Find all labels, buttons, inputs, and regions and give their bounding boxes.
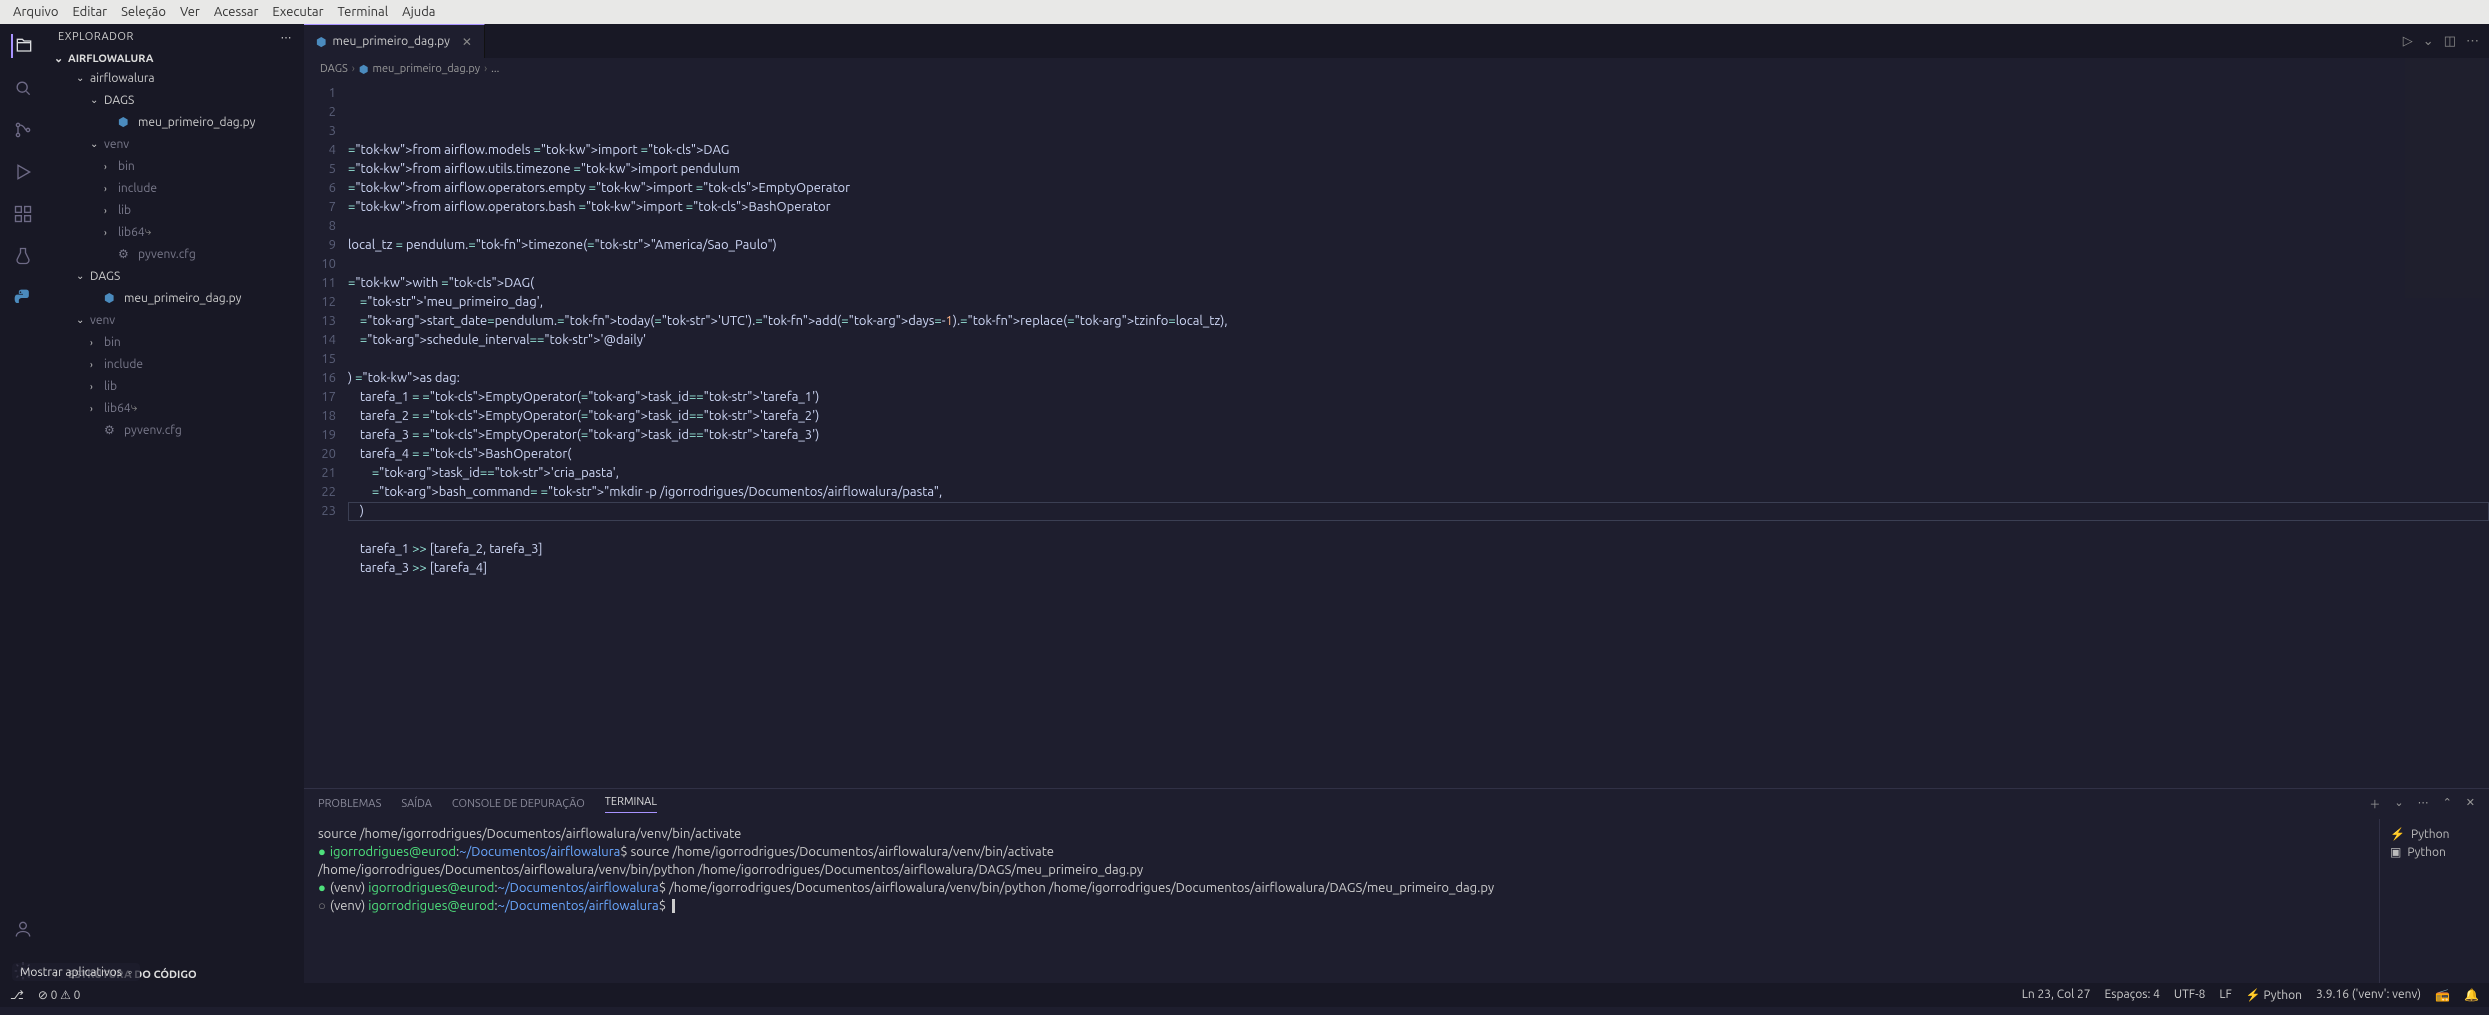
menu-executar[interactable]: Executar	[265, 5, 330, 19]
folder-item[interactable]: ›lib	[50, 375, 304, 397]
menu-terminal[interactable]: Terminal	[331, 5, 396, 19]
testing-icon[interactable]	[11, 244, 35, 268]
tab-meu-primeiro-dag[interactable]: ⬢ meu_primeiro_dag.py ✕	[304, 24, 485, 58]
run-debug-icon[interactable]	[11, 160, 35, 184]
status-bar: ⎇ ⊘ 0 ⚠ 0 Ln 23, Col 27 Espaços: 4 UTF-8…	[0, 983, 2489, 1007]
folder-item[interactable]: ›bin	[50, 155, 304, 177]
folder-item[interactable]: ⌄venv	[50, 309, 304, 331]
status-language[interactable]: ⚡ Python	[2246, 988, 2302, 1002]
extensions-icon[interactable]	[11, 202, 35, 226]
run-dropdown-icon[interactable]: ⌄	[2423, 34, 2434, 49]
folder-item[interactable]: ⌄venv	[50, 133, 304, 155]
line-gutter: 1234567891011121314151617181920212223	[304, 80, 348, 788]
editor-group: ⬢ meu_primeiro_dag.py ✕ ▷ ⌄ ◫ ⋯ DAGS› ⬢m…	[304, 24, 2489, 983]
editor-more-icon[interactable]: ⋯	[2466, 34, 2479, 49]
search-icon[interactable]	[11, 76, 35, 100]
folder-item[interactable]: ›lib	[50, 199, 304, 221]
menubar: Arquivo Editar Seleção Ver Acessar Execu…	[0, 0, 2489, 24]
run-file-icon[interactable]: ▷	[2403, 34, 2413, 49]
folder-item[interactable]: ›include	[50, 177, 304, 199]
explorer-more-icon[interactable]: ⋯	[281, 31, 293, 44]
status-cursor[interactable]: Ln 23, Col 27	[2022, 988, 2091, 1002]
minimap[interactable]	[2405, 58, 2485, 298]
status-notifications-icon[interactable]: 🔔	[2464, 988, 2479, 1002]
python-file-icon: ⬢	[316, 35, 326, 49]
folder-item[interactable]: ⌄DAGS	[50, 89, 304, 111]
source-control-icon[interactable]	[11, 118, 35, 142]
terminal-list: ⚡Python ▣Python	[2379, 819, 2489, 983]
folder-item[interactable]: ›include	[50, 353, 304, 375]
code-editor[interactable]: 1234567891011121314151617181920212223 ="…	[304, 80, 2489, 788]
panel-tab-output[interactable]: SAÍDA	[401, 798, 432, 810]
project-root[interactable]: ⌄AIRFLOWALURA	[46, 50, 304, 67]
explorer-icon[interactable]	[11, 34, 35, 58]
menu-arquivo[interactable]: Arquivo	[6, 5, 65, 19]
breadcrumb[interactable]: DAGS› ⬢meu_primeiro_dag.py› ...	[304, 58, 2489, 80]
file-item[interactable]: ⚙pyvenv.cfg	[50, 419, 304, 441]
new-terminal-icon[interactable]: ＋	[2369, 796, 2380, 812]
panel-tab-debug[interactable]: CONSOLE DE DEPURAÇÃO	[452, 798, 585, 810]
python-env-icon[interactable]	[11, 286, 35, 310]
editor-tabs: ⬢ meu_primeiro_dag.py ✕ ▷ ⌄ ◫ ⋯	[304, 24, 2489, 58]
explorer-title: EXPLORADOR	[58, 31, 134, 43]
menu-selecao[interactable]: Seleção	[114, 5, 173, 19]
menu-ver[interactable]: Ver	[173, 5, 207, 19]
sidebar: EXPLORADOR ⋯ ⌄AIRFLOWALURA ⌄airflowalura…	[46, 24, 304, 983]
menu-acessar[interactable]: Acessar	[207, 5, 266, 19]
file-tree: ⌄airflowalura⌄DAGS⬢meu_primeiro_dag.py⌄v…	[46, 67, 304, 441]
file-item[interactable]: ⬢meu_primeiro_dag.py	[50, 111, 304, 133]
terminal-instance-1[interactable]: ⚡Python	[2390, 825, 2479, 843]
terminal-dropdown-icon[interactable]: ⌄	[2394, 796, 2403, 812]
status-feedback-icon[interactable]: 📻	[2435, 988, 2450, 1002]
activity-bar	[0, 24, 46, 983]
panel-more-icon[interactable]: ⋯	[2418, 796, 2429, 812]
split-editor-icon[interactable]: ◫	[2444, 34, 2456, 49]
folder-item[interactable]: ⌄DAGS	[50, 265, 304, 287]
close-tab-icon[interactable]: ✕	[462, 35, 472, 49]
terminal-instance-2[interactable]: ▣Python	[2390, 843, 2479, 861]
status-remote[interactable]: ⎇	[10, 988, 24, 1002]
code-area[interactable]: ="tok-kw">from airflow.models ="tok-kw">…	[348, 80, 2489, 788]
folder-item[interactable]: ⌄airflowalura	[50, 67, 304, 89]
panel-tab-terminal[interactable]: TERMINAL	[605, 796, 657, 813]
file-item[interactable]: ⬢meu_primeiro_dag.py	[50, 287, 304, 309]
panel-tab-problems[interactable]: PROBLEMAS	[318, 798, 381, 810]
show-applications-button[interactable]: Mostrar aplicativos◦	[12, 963, 140, 981]
menu-editar[interactable]: Editar	[65, 5, 114, 19]
close-panel-icon[interactable]: ✕	[2466, 796, 2475, 812]
status-problems[interactable]: ⊘ 0 ⚠ 0	[38, 988, 81, 1002]
status-interpreter[interactable]: 3.9.16 ('venv': venv)	[2316, 988, 2421, 1002]
folder-item[interactable]: ›lib64 ⤷	[50, 397, 304, 419]
status-eol[interactable]: LF	[2219, 988, 2231, 1002]
file-item[interactable]: ⚙pyvenv.cfg	[50, 243, 304, 265]
account-icon[interactable]	[11, 917, 35, 941]
menu-ajuda[interactable]: Ajuda	[395, 5, 442, 19]
status-encoding[interactable]: UTF-8	[2174, 988, 2205, 1002]
status-indent[interactable]: Espaços: 4	[2105, 988, 2160, 1002]
terminal-output[interactable]: source /home/igorrodrigues/Documentos/ai…	[304, 819, 2379, 983]
folder-item[interactable]: ›bin	[50, 331, 304, 353]
bottom-panel: PROBLEMAS SAÍDA CONSOLE DE DEPURAÇÃO TER…	[304, 788, 2489, 983]
folder-item[interactable]: ›lib64 ⤷	[50, 221, 304, 243]
maximize-panel-icon[interactable]: ⌃	[2443, 796, 2452, 812]
